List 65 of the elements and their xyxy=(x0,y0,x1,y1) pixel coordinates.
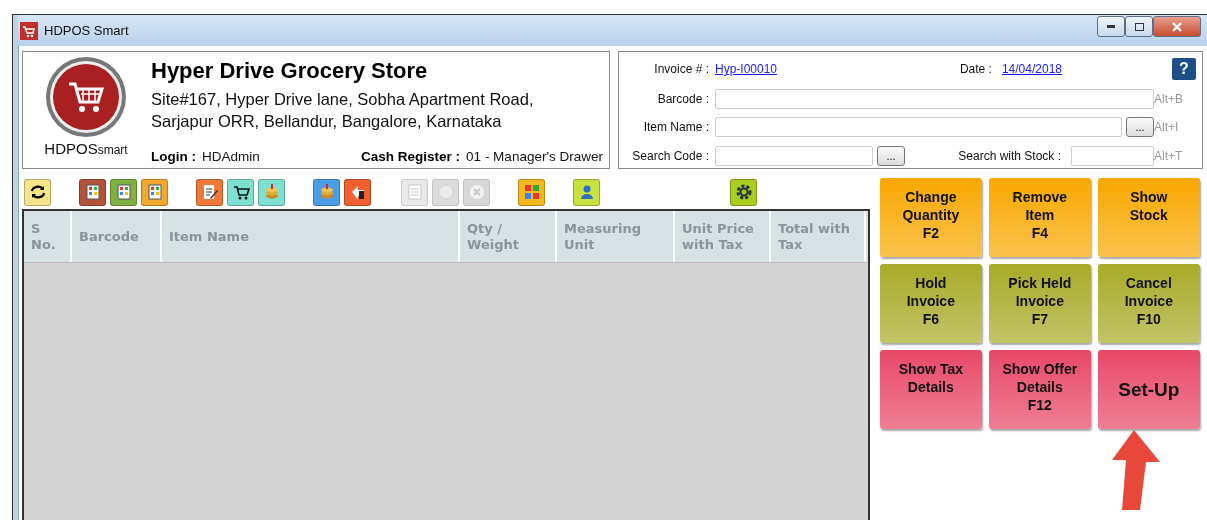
barcode-label: Barcode : xyxy=(656,91,710,106)
shortcut-hint: Alt+B xyxy=(1154,91,1184,106)
toolbar-button[interactable] xyxy=(730,178,757,206)
cart-logo-icon xyxy=(45,56,127,138)
toolbar-button[interactable] xyxy=(227,178,254,206)
search-stock-label: Search with Stock : xyxy=(958,148,1062,163)
store-address: Site#167, Hyper Drive lane, Sobha Apartment Road, Sarjapur ORR, Bellandur, Bangalore, Karnataka xyxy=(151,89,535,132)
toolbar-button[interactable] xyxy=(79,178,106,206)
column-header: Measuring Unit xyxy=(557,211,675,262)
close-icon xyxy=(467,183,486,201)
cash-register-icon xyxy=(145,183,164,201)
action-button[interactable]: Hold Invoice F6 xyxy=(879,264,982,343)
action-button[interactable]: Pick Held Invoice F7 xyxy=(988,264,1091,343)
maximize-button[interactable] xyxy=(1125,16,1153,37)
action-button[interactable]: Show Stock xyxy=(1097,178,1200,257)
logo-text: HDPOSsmart xyxy=(44,140,128,157)
store-name: Hyper Drive Grocery Store xyxy=(151,58,429,84)
register-label: Cash Register : xyxy=(361,149,461,164)
search-stock-field[interactable] xyxy=(1071,145,1154,166)
window-title: HDPOS Smart xyxy=(44,23,129,38)
toolbar-button[interactable] xyxy=(24,178,51,206)
minimize-button[interactable] xyxy=(1097,16,1125,37)
action-button[interactable]: Change Quantity F2 xyxy=(879,178,982,257)
checklist-icon xyxy=(405,183,424,201)
column-header: Qty / Weight xyxy=(460,211,557,262)
settings-icon xyxy=(734,183,753,201)
action-button[interactable]: Set-Up xyxy=(1097,350,1200,429)
register-value: 01 - Manager's Drawer xyxy=(466,149,603,164)
action-button[interactable]: Show Tax Details xyxy=(879,350,982,429)
browse-button[interactable]: ... xyxy=(1126,117,1154,138)
invoice-label: Invoice # : xyxy=(653,62,710,77)
cart-icon xyxy=(231,183,250,201)
date-link[interactable]: 14/04/2018 xyxy=(1001,62,1062,77)
close-button[interactable] xyxy=(1153,16,1201,37)
login-label: Login : xyxy=(151,149,196,164)
date-label: Date : xyxy=(959,62,993,77)
column-header: Barcode xyxy=(72,211,162,262)
shortcut-hint: Alt+T xyxy=(1154,148,1184,163)
column-header: Item Name xyxy=(162,211,460,262)
search-code-label: Search Code : xyxy=(631,148,710,163)
shortcut-hint: Alt+I xyxy=(1154,120,1180,135)
minimize-icon xyxy=(1107,25,1115,28)
badge-icon xyxy=(436,183,455,201)
column-header: Total with Tax xyxy=(771,211,866,262)
item-name-field[interactable] xyxy=(715,117,1122,138)
search-code-field[interactable] xyxy=(715,145,873,166)
help-button[interactable]: ? xyxy=(1172,58,1196,81)
maximize-icon xyxy=(1134,22,1144,31)
column-header: Unit Price with Tax xyxy=(675,211,771,262)
cash-register-icon xyxy=(83,183,102,201)
login-value: HDAdmin xyxy=(202,149,260,164)
action-button[interactable]: Show Offer Details F12 xyxy=(988,350,1091,429)
refresh-icon xyxy=(28,183,47,201)
close-icon xyxy=(1172,21,1182,32)
cart-icon xyxy=(20,21,38,40)
barcode-field[interactable] xyxy=(715,88,1154,109)
action-button[interactable]: Cancel Invoice F10 xyxy=(1097,264,1200,343)
toolbar-button[interactable] xyxy=(344,178,371,206)
column-header: S No. xyxy=(24,211,72,262)
action-button[interactable]: Remove Item F4 xyxy=(988,178,1091,257)
tiles-icon xyxy=(522,183,541,201)
cash-register-icon xyxy=(114,183,133,201)
invoice-number-link[interactable]: Hyp-I00010 xyxy=(715,62,778,77)
item-name-label: Item Name : xyxy=(642,120,710,135)
browse-button[interactable]: ... xyxy=(877,145,905,166)
